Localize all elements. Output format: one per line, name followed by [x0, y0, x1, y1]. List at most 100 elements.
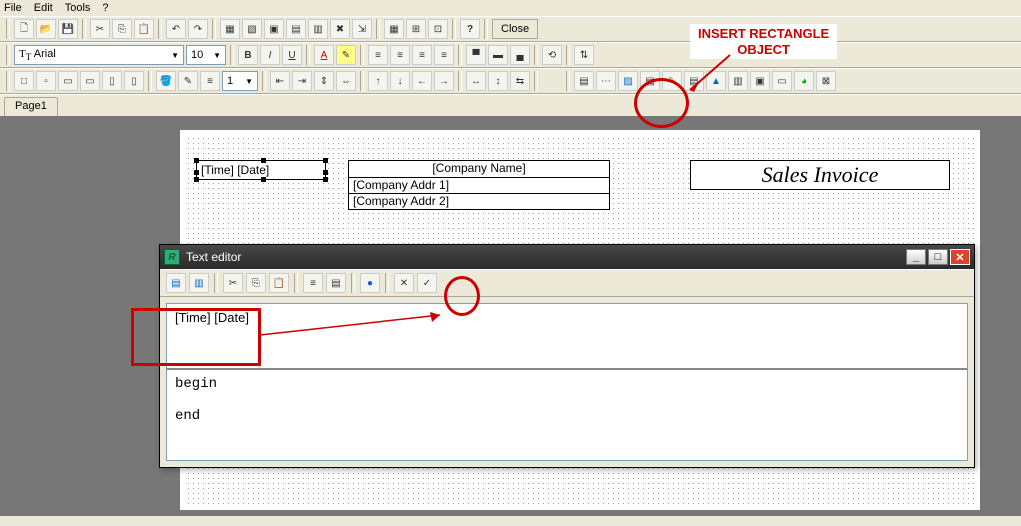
align-center-icon[interactable]: ≡: [390, 45, 410, 65]
insert-ole-icon[interactable]: ▭: [772, 71, 792, 91]
font-select[interactable]: TT Arial ▼: [14, 45, 184, 65]
insert-rectangle-icon[interactable]: ▤: [574, 71, 594, 91]
menu-edit[interactable]: Edit: [34, 2, 53, 14]
time-date-object[interactable]: [Time] [Date]: [196, 160, 326, 180]
toolbar-standard: 🗋 📂 💾 ✂ ⎘ 📋 ↶ ↷ ▦ ▧ ▣ ▤ ▥ ✖ ⇲ ▦ ⊞ ⊡ ? Cl…: [0, 16, 1021, 42]
menu-tools[interactable]: Tools: [65, 2, 91, 14]
frame-right-icon[interactable]: ▯: [124, 71, 144, 91]
ungroup-icon[interactable]: ▥: [308, 19, 328, 39]
paste-icon[interactable]: 📋: [134, 19, 154, 39]
insert-rich-icon[interactable]: ▣: [750, 71, 770, 91]
font-size-select[interactable]: 10 ▼: [186, 45, 226, 65]
undo-icon[interactable]: ↶: [166, 19, 186, 39]
band-icon[interactable]: ⇤: [270, 71, 290, 91]
save-icon[interactable]: 💾: [58, 19, 78, 39]
snap-icon[interactable]: ⊞: [406, 19, 426, 39]
text-direction-icon[interactable]: ⇅: [574, 45, 594, 65]
insert-picture-icon[interactable]: ▨: [618, 71, 638, 91]
maximize-button[interactable]: □: [928, 249, 948, 265]
app-icon: R: [164, 249, 180, 265]
align-right-icon[interactable]: ≡: [412, 45, 432, 65]
company-table-object[interactable]: [Company Name] [Company Addr 1] [Company…: [348, 160, 610, 210]
open-icon[interactable]: 📂: [36, 19, 56, 39]
copy-icon[interactable]: ⎘: [246, 273, 266, 293]
valign-middle-icon[interactable]: ▬: [488, 45, 508, 65]
bring-front-icon[interactable]: ▦: [220, 19, 240, 39]
send-back-icon[interactable]: ▧: [242, 19, 262, 39]
space-h-icon[interactable]: ↔: [466, 71, 486, 91]
italic-icon[interactable]: I: [260, 45, 280, 65]
stretch-icon[interactable]: ⇕: [314, 71, 334, 91]
frame-left-icon[interactable]: ▯: [102, 71, 122, 91]
align-justify-icon[interactable]: ≡: [434, 45, 454, 65]
shift-icon[interactable]: ⇔: [336, 71, 356, 91]
insert-pie-icon[interactable]: ◕: [794, 71, 814, 91]
grid-icon[interactable]: ▦: [384, 19, 404, 39]
align-bot-icon[interactable]: ↓: [390, 71, 410, 91]
menu-help[interactable]: ?: [102, 2, 108, 14]
valign-bottom-icon[interactable]: ▄: [510, 45, 530, 65]
text-editor-script[interactable]: begin end: [167, 370, 967, 460]
cut-icon[interactable]: ✂: [90, 19, 110, 39]
cut-icon[interactable]: ✂: [223, 273, 243, 293]
copy-icon[interactable]: ⎘: [112, 19, 132, 39]
frame-top-icon[interactable]: ▭: [58, 71, 78, 91]
frame-none-icon[interactable]: □: [14, 71, 34, 91]
align-left-icon[interactable]: ≡: [368, 45, 388, 65]
insert-band-icon[interactable]: ⋯: [596, 71, 616, 91]
highlight-icon[interactable]: ✎: [336, 45, 356, 65]
line-color-icon[interactable]: ✎: [178, 71, 198, 91]
insert-subreport-icon[interactable]: ▤: [640, 71, 660, 91]
paste-icon[interactable]: 📋: [269, 273, 289, 293]
line-style-icon[interactable]: ≡: [200, 71, 220, 91]
globe-icon[interactable]: ●: [360, 273, 380, 293]
delete-icon[interactable]: ✖: [330, 19, 350, 39]
new-icon[interactable]: 🗋: [14, 19, 34, 39]
band2-icon[interactable]: ⇥: [292, 71, 312, 91]
align-icon[interactable]: ⇲: [352, 19, 372, 39]
insert-cross-icon[interactable]: ⊠: [816, 71, 836, 91]
underline-icon[interactable]: U: [282, 45, 302, 65]
company-addr1-cell[interactable]: [Company Addr 1]: [349, 177, 609, 193]
insert-shape-icon[interactable]: ▲: [706, 71, 726, 91]
frame-bottom-icon[interactable]: ▭: [80, 71, 100, 91]
space-v-icon[interactable]: ↕: [488, 71, 508, 91]
cancel-icon[interactable]: ✕: [394, 273, 414, 293]
frame-all-icon[interactable]: ▫: [36, 71, 56, 91]
format-icon[interactable]: ▤: [326, 273, 346, 293]
word-wrap-icon[interactable]: ≡: [303, 273, 323, 293]
insert-chart-icon[interactable]: ▤: [684, 71, 704, 91]
insert-barcode-icon[interactable]: ▥: [728, 71, 748, 91]
line-width-select[interactable]: 1▼: [222, 71, 258, 91]
insert-draw-icon[interactable]: ✎: [662, 71, 682, 91]
font-color-icon[interactable]: A: [314, 45, 334, 65]
bold-icon[interactable]: B: [238, 45, 258, 65]
text-editor-textarea[interactable]: [Time] [Date]: [167, 304, 967, 368]
insert-aggregate-icon[interactable]: ▥: [189, 273, 209, 293]
invoice-title-object[interactable]: Sales Invoice: [690, 160, 950, 190]
align-r-icon[interactable]: →: [434, 71, 454, 91]
group-icon[interactable]: ▣: [264, 19, 284, 39]
close-window-button[interactable]: ✕: [950, 249, 970, 265]
company-name-cell[interactable]: [Company Name]: [349, 161, 609, 177]
menubar: File Edit Tools ?: [0, 0, 1021, 16]
select-all-icon[interactable]: ▤: [286, 19, 306, 39]
annotation-callout: INSERT RECTANGLE OBJECT: [690, 24, 837, 59]
menu-file[interactable]: File: [4, 2, 22, 14]
insert-expr-icon[interactable]: ▤: [166, 273, 186, 293]
close-button[interactable]: Close: [492, 19, 538, 39]
ok-icon[interactable]: ✓: [417, 273, 437, 293]
center-h-icon[interactable]: ⇆: [510, 71, 530, 91]
valign-top-icon[interactable]: ▀: [466, 45, 486, 65]
text-rotate-icon[interactable]: ⟲: [542, 45, 562, 65]
align-l-icon[interactable]: ←: [412, 71, 432, 91]
zoom-icon[interactable]: ⊡: [428, 19, 448, 39]
redo-icon[interactable]: ↷: [188, 19, 208, 39]
minimize-button[interactable]: _: [906, 249, 926, 265]
align-top-icon[interactable]: ↑: [368, 71, 388, 91]
text-editor-titlebar[interactable]: R Text editor _ □ ✕: [160, 245, 974, 269]
company-addr2-cell[interactable]: [Company Addr 2]: [349, 193, 609, 209]
tab-page1[interactable]: Page1: [4, 97, 58, 116]
fill-color-icon[interactable]: 🪣: [156, 71, 176, 91]
help-icon[interactable]: ?: [460, 19, 480, 39]
